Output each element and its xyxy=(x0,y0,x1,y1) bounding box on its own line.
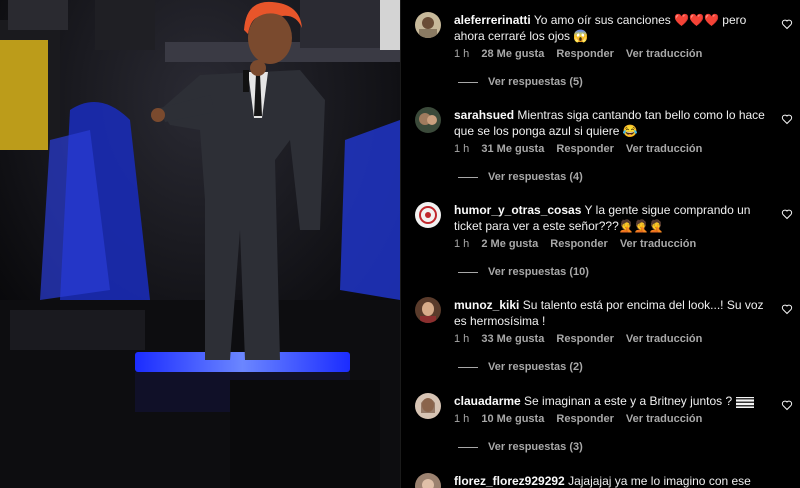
comment-meta: 1 h 2 Me gusta Responder Ver traducción xyxy=(454,238,705,250)
translate-button[interactable]: Ver traducción xyxy=(626,143,702,155)
avatar[interactable] xyxy=(415,107,441,133)
comment-body: humor_y_otras_cosas Y la gente sigue com… xyxy=(454,202,769,234)
comment-time: 1 h xyxy=(454,48,470,60)
replies-divider xyxy=(458,271,478,273)
avatar-icon xyxy=(415,202,441,228)
comment-username[interactable]: sarahsued xyxy=(454,108,514,122)
avatar[interactable] xyxy=(415,473,441,488)
replies-divider xyxy=(458,176,478,178)
avatar[interactable] xyxy=(415,297,441,323)
heart-outline-icon[interactable] xyxy=(781,399,793,411)
comment-likes[interactable]: 33 Me gusta xyxy=(481,333,544,345)
comment-time: 1 h xyxy=(454,413,470,425)
heart-outline-icon[interactable] xyxy=(781,208,793,220)
view-replies-label: Ver respuestas (4) xyxy=(488,171,583,183)
reply-button[interactable]: Responder xyxy=(556,333,613,345)
view-replies-label: Ver respuestas (5) xyxy=(488,76,583,88)
reply-button[interactable]: Responder xyxy=(556,48,613,60)
comment-meta: 1 h 31 Me gusta Responder Ver traducción xyxy=(454,143,711,155)
reply-button[interactable]: Responder xyxy=(550,238,607,250)
heart-outline-icon[interactable] xyxy=(781,113,793,125)
avatar-icon xyxy=(415,297,441,323)
comment-username[interactable]: munoz_kiki xyxy=(454,298,519,312)
view-replies-button[interactable]: Ver respuestas (2) xyxy=(458,361,583,373)
reply-button[interactable]: Responder xyxy=(556,413,613,425)
avatar[interactable] xyxy=(415,393,441,419)
comment-text: Jajajajaj ya me lo imagino con ese xyxy=(568,474,751,488)
avatar-icon xyxy=(415,107,441,133)
comment-likes[interactable]: 10 Me gusta xyxy=(481,413,544,425)
concert-image xyxy=(0,0,400,488)
view-replies-button[interactable]: Ver respuestas (3) xyxy=(458,441,583,453)
heart-outline-icon[interactable] xyxy=(781,303,793,315)
comment-time: 1 h xyxy=(454,143,470,155)
comment-body: aleferrerinatti Yo amo oír sus canciones… xyxy=(454,12,769,44)
avatar-icon xyxy=(415,393,441,419)
avatar-icon xyxy=(415,473,441,488)
post-media[interactable] xyxy=(0,0,400,488)
replies-divider xyxy=(458,366,478,368)
comment-username[interactable]: florez_florez929292 xyxy=(454,474,565,488)
view-replies-label: Ver respuestas (2) xyxy=(488,361,583,373)
comments-panel[interactable]: aleferrerinatti Yo amo oír sus canciones… xyxy=(400,0,800,488)
comment-body: clauadarme Se imaginan a este y a Britne… xyxy=(454,393,769,409)
comment-text: Se imaginan a este y a Britney juntos ? xyxy=(524,394,733,408)
comment-meta: 1 h 33 Me gusta Responder Ver traducción xyxy=(454,333,711,345)
comment-time: 1 h xyxy=(454,238,470,250)
translate-button[interactable]: Ver traducción xyxy=(626,413,702,425)
view-replies-label: Ver respuestas (3) xyxy=(488,441,583,453)
comment-username[interactable]: clauadarme xyxy=(454,394,521,408)
flag-emoji-icon xyxy=(735,396,754,409)
comment-body: munoz_kiki Su talento está por encima de… xyxy=(454,297,769,329)
comment-likes[interactable]: 31 Me gusta xyxy=(481,143,544,155)
comment-username[interactable]: aleferrerinatti xyxy=(454,13,531,27)
comment-likes[interactable]: 28 Me gusta xyxy=(481,48,544,60)
comment-meta: 1 h 10 Me gusta Responder Ver traducción xyxy=(454,413,711,425)
heart-outline-icon[interactable] xyxy=(781,18,793,30)
translate-button[interactable]: Ver traducción xyxy=(620,238,696,250)
comment-username[interactable]: humor_y_otras_cosas xyxy=(454,203,581,217)
avatar-icon xyxy=(415,12,441,38)
comment-likes[interactable]: 2 Me gusta xyxy=(481,238,538,250)
view-replies-button[interactable]: Ver respuestas (4) xyxy=(458,171,583,183)
avatar[interactable] xyxy=(415,202,441,228)
avatar[interactable] xyxy=(415,12,441,38)
comment-meta: 1 h 28 Me gusta Responder Ver traducción xyxy=(454,48,711,60)
comment-body: florez_florez929292 Jajajajaj ya me lo i… xyxy=(454,473,769,488)
view-replies-button[interactable]: Ver respuestas (5) xyxy=(458,76,583,88)
translate-button[interactable]: Ver traducción xyxy=(626,333,702,345)
replies-divider xyxy=(458,81,478,83)
translate-button[interactable]: Ver traducción xyxy=(626,48,702,60)
reply-button[interactable]: Responder xyxy=(556,143,613,155)
replies-divider xyxy=(458,446,478,448)
comment-body: sarahsued Mientras siga cantando tan bel… xyxy=(454,107,769,139)
view-replies-label: Ver respuestas (10) xyxy=(488,266,589,278)
comment-time: 1 h xyxy=(454,333,470,345)
view-replies-button[interactable]: Ver respuestas (10) xyxy=(458,266,589,278)
